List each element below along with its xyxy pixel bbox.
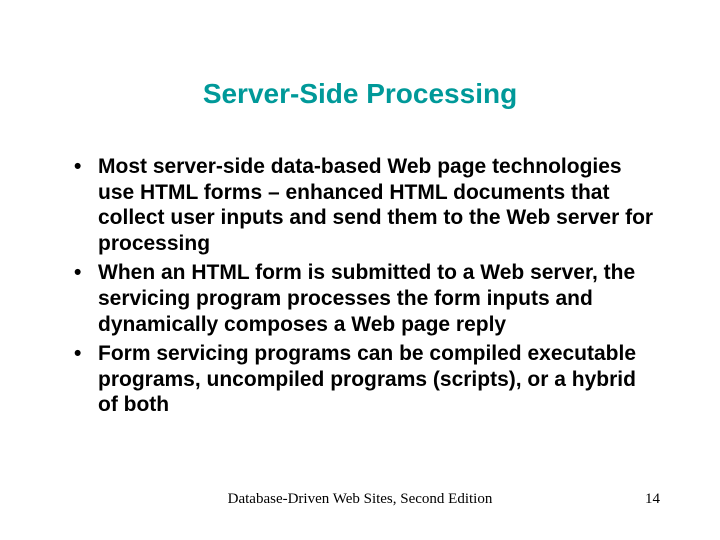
bullet-item: Most server-side data-based Web page tec… xyxy=(74,154,660,256)
slide: Server-Side Processing Most server-side … xyxy=(0,0,720,540)
bullet-item: Form servicing programs can be compiled … xyxy=(74,341,660,418)
slide-footer: Database-Driven Web Sites, Second Editio… xyxy=(0,491,720,508)
slide-title: Server-Side Processing xyxy=(60,78,660,110)
bullet-item: When an HTML form is submitted to a Web … xyxy=(74,260,660,337)
footer-text: Database-Driven Web Sites, Second Editio… xyxy=(100,491,620,508)
page-number: 14 xyxy=(620,491,660,508)
bullet-list: Most server-side data-based Web page tec… xyxy=(60,154,660,418)
